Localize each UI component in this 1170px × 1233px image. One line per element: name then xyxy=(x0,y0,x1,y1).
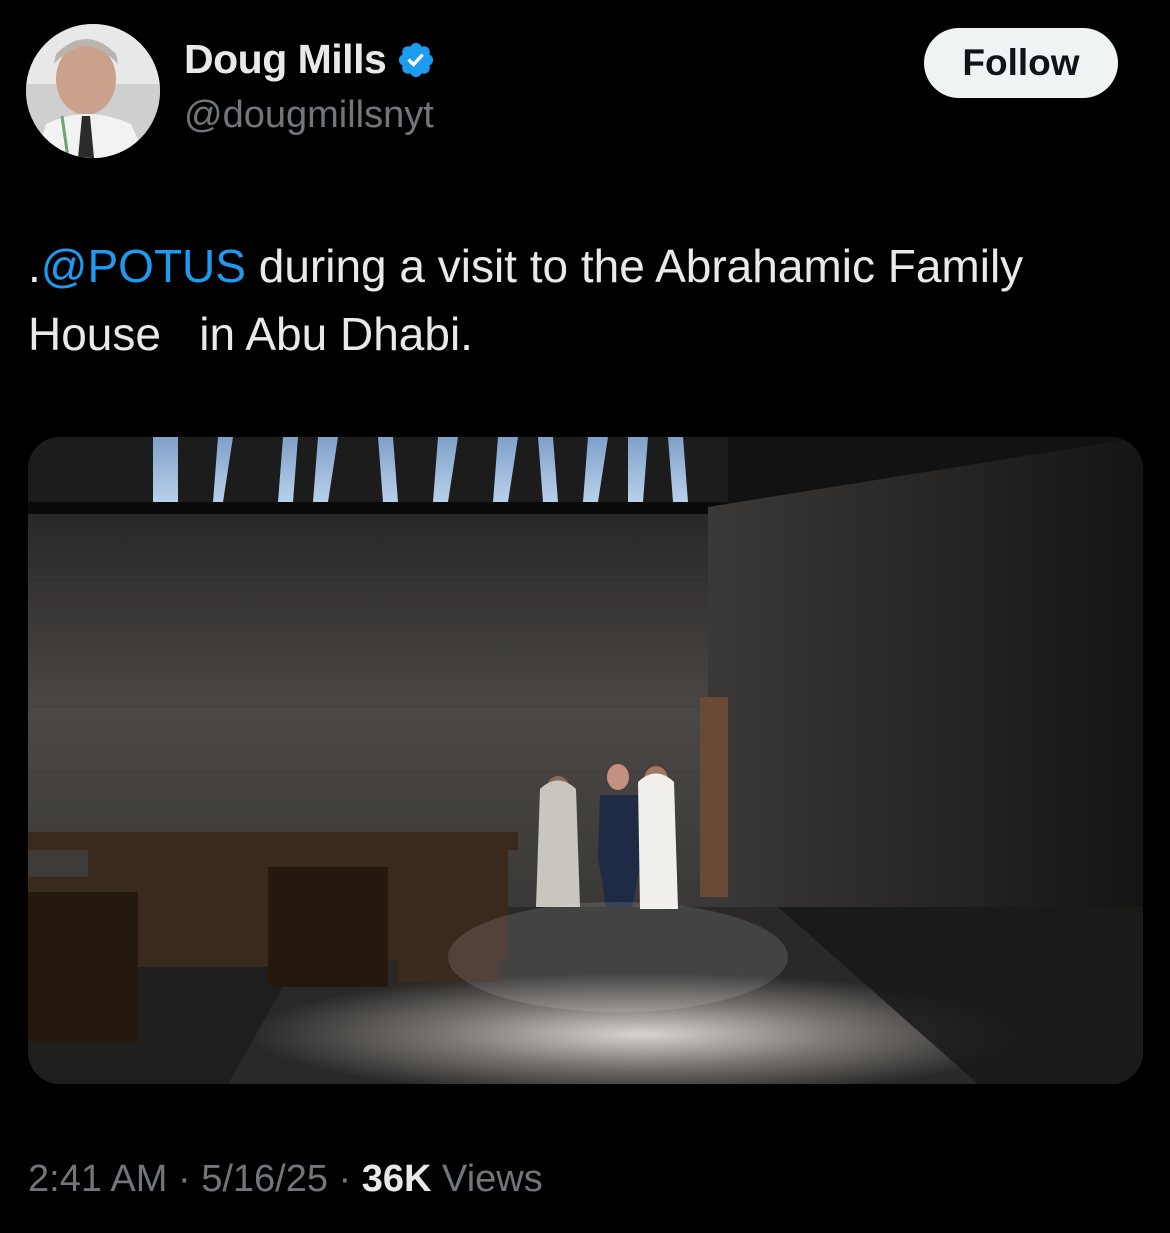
mention-link[interactable]: @POTUS xyxy=(41,240,246,292)
photo-icon xyxy=(28,437,1143,1084)
tweet-time[interactable]: 2:41 AM xyxy=(28,1158,167,1200)
profile-photo-icon xyxy=(26,24,160,158)
tweet-photo[interactable] xyxy=(28,437,1143,1084)
author-name-row[interactable]: Doug Mills xyxy=(184,36,436,83)
follow-button[interactable]: Follow xyxy=(924,28,1118,98)
meta-separator: · xyxy=(328,1158,362,1200)
tweet-text: .@POTUS during a visit to the Abrahamic … xyxy=(28,232,1138,368)
views-label: Views xyxy=(431,1158,543,1200)
tweet-body-line2: House in Abu Dhabi. xyxy=(28,308,473,360)
author-handle[interactable]: @dougmillsnyt xyxy=(184,94,434,137)
tweet-body-line1: during a visit to the Abrahamic Family xyxy=(245,240,1024,292)
tweet-date[interactable]: 5/16/25 xyxy=(201,1158,328,1200)
meta-separator: · xyxy=(167,1158,202,1200)
tweet-meta: 2:41 AM · 5/16/25 · 36K Views xyxy=(28,1158,543,1201)
author-name[interactable]: Doug Mills xyxy=(184,36,387,83)
avatar[interactable] xyxy=(26,24,160,158)
verified-badge-icon xyxy=(399,42,434,77)
views-count: 36K xyxy=(361,1158,432,1200)
tweet-prefix: . xyxy=(28,240,41,292)
